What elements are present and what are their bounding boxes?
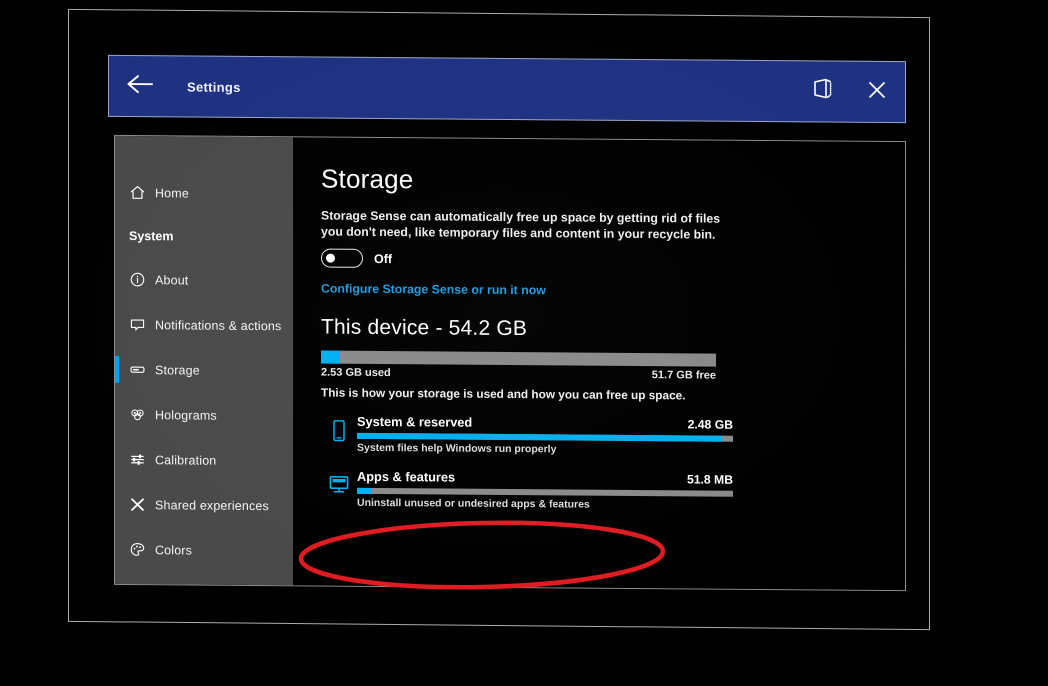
holograms-icon: [129, 406, 155, 423]
storage-icon: [129, 361, 155, 378]
notification-icon: [129, 316, 155, 333]
sidebar-item-label: Notifications & actions: [155, 317, 282, 333]
content-pane: Storage Storage Sense can automatically …: [293, 137, 905, 591]
sidebar-item-calibration[interactable]: Calibration: [115, 437, 293, 483]
storage-category-row[interactable]: Apps & features 51.8 MB Uninstall unused…: [321, 469, 905, 514]
storage-category-subtitle: System files help Windows run properly: [357, 441, 557, 456]
storage-category-bar: [357, 432, 733, 442]
home-icon: [129, 184, 155, 201]
storage-category-bar-fill: [357, 487, 373, 494]
sidebar-item-label: Storage: [155, 362, 200, 378]
sidebar-item-shared-experiences[interactable]: Shared experiences: [115, 482, 293, 528]
sidebar-item-colors[interactable]: Colors: [115, 527, 293, 573]
scene: Settings Home System About Notifications…: [0, 0, 1048, 686]
palette-icon: [129, 541, 155, 558]
storage-sense-description: Storage Sense can automatically free up …: [321, 208, 721, 242]
device-phone-icon: [321, 414, 357, 454]
sidebar-item-label: Holograms: [155, 407, 217, 423]
monitor-apps-icon: [321, 469, 357, 509]
storage-category-bar-fill: [357, 432, 722, 442]
sidebar-item-about[interactable]: About: [115, 257, 293, 303]
storage-category-size: 51.8 MB: [686, 472, 733, 487]
storage-category-header: Apps & features 51.8 MB: [357, 469, 733, 487]
configure-storage-sense-link[interactable]: Configure Storage Sense or run it now: [321, 282, 546, 298]
storage-category-name: System & reserved: [357, 413, 473, 430]
storage-category-row[interactable]: System & reserved 2.48 GB System files h…: [321, 414, 905, 459]
title-bar: Settings: [108, 54, 906, 124]
sidebar-item-label: Home: [155, 185, 189, 201]
close-icon: [865, 77, 889, 106]
storage-category-size: 2.48 GB: [687, 417, 733, 432]
sidebar-item-storage[interactable]: Storage: [115, 347, 293, 393]
sliders-icon: [129, 451, 155, 468]
storage-category-body: Apps & features 51.8 MB Uninstall unused…: [357, 469, 733, 512]
storage-sense-toggle-state: Off: [374, 251, 393, 266]
shared-experiences-icon: [129, 496, 155, 513]
page-title: Storage: [321, 163, 414, 195]
sidebar-item-label: About: [155, 272, 189, 287]
sidebar: Home System About Notifications & action…: [115, 135, 293, 586]
device-storage-bar-labels: 2.53 GB used 51.7 GB free: [321, 367, 716, 382]
storage-category-body: System & reserved 2.48 GB System files h…: [357, 414, 733, 457]
storage-sense-toggle-row: Off: [321, 248, 905, 273]
back-arrow-icon: [125, 72, 155, 99]
device-used-label: 2.53 GB used: [321, 366, 391, 380]
sidebar-group-label: System: [129, 229, 174, 244]
sidebar-item-holograms[interactable]: Holograms: [115, 392, 293, 438]
sidebar-item-label: Shared experiences: [155, 497, 269, 513]
device-storage-bar: [321, 350, 716, 367]
sidebar-item-label: Colors: [155, 542, 193, 558]
storage-category-subtitle: Uninstall unused or undesired apps & fea…: [357, 496, 590, 511]
storage-category-header: System & reserved 2.48 GB: [357, 414, 733, 432]
device-storage-bar-fill: [321, 350, 340, 364]
hologram-window-button[interactable]: [793, 60, 849, 122]
back-button[interactable]: [109, 55, 171, 117]
device-free-label: 51.7 GB free: [651, 369, 716, 382]
storage-category-name: Apps & features: [357, 468, 456, 485]
toggle-knob: [325, 253, 335, 263]
device-heading: This device - 54.2 GB: [321, 315, 528, 341]
info-icon: [129, 271, 155, 288]
sidebar-item-label: Calibration: [155, 452, 217, 468]
storage-category-bar: [357, 487, 733, 497]
close-button[interactable]: [849, 61, 905, 123]
window-title: Settings: [187, 78, 241, 95]
sidebar-item-notifications-and-actions[interactable]: Notifications & actions: [115, 302, 293, 348]
hologram-window-icon: [808, 76, 834, 107]
storage-sense-toggle[interactable]: [321, 248, 363, 268]
settings-app-window: Settings Home System About Notifications…: [108, 54, 906, 593]
window-body: Home System About Notifications & action…: [114, 134, 906, 592]
sidebar-item-home[interactable]: Home: [115, 170, 293, 216]
storage-usage-hint: This is how your storage is used and how…: [321, 385, 686, 403]
